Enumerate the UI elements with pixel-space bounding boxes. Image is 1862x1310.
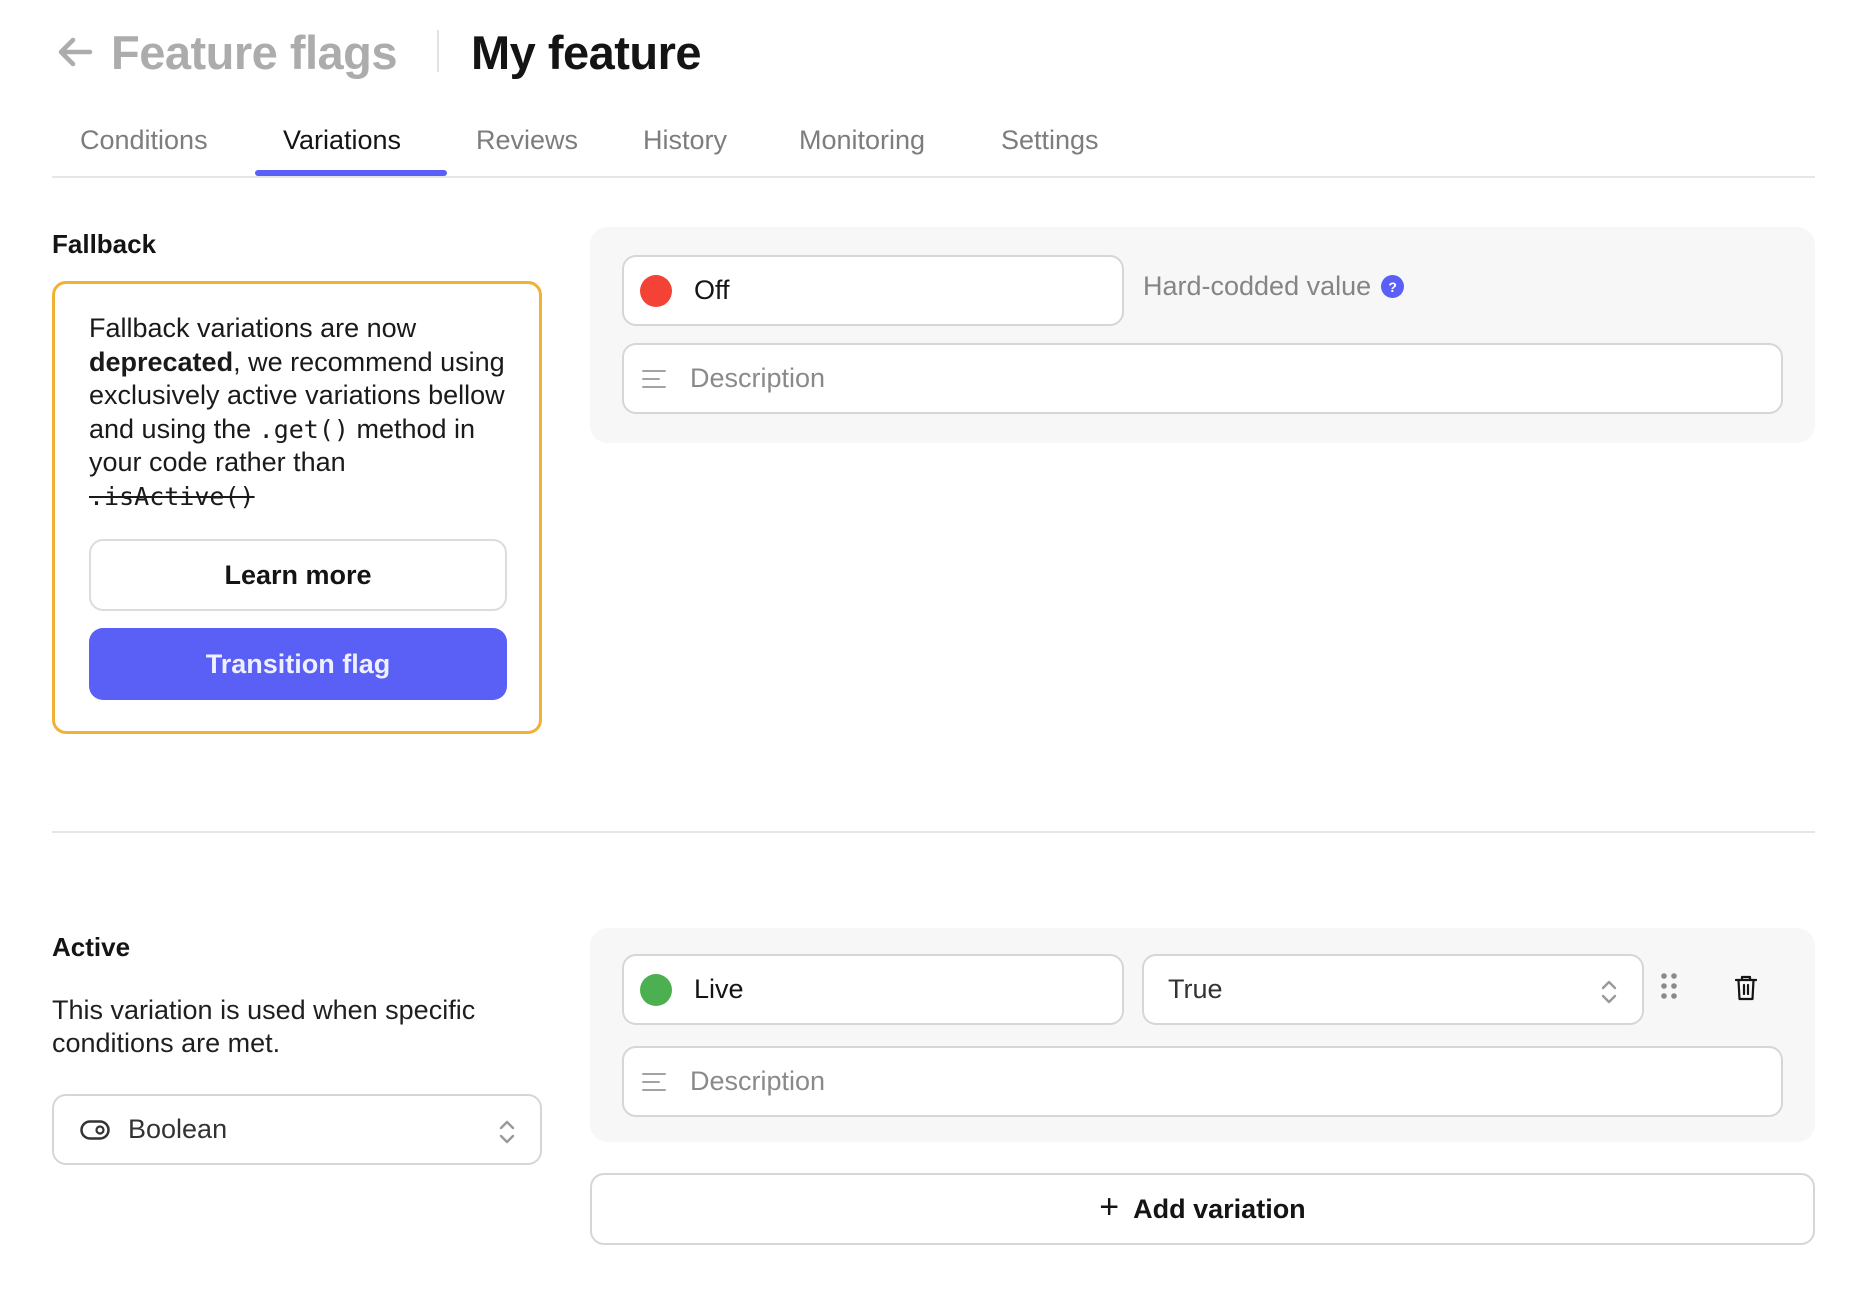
fallback-section-label: Fallback xyxy=(52,229,157,259)
text-lines-icon xyxy=(642,1072,666,1091)
active-variation-panel: Live True Description xyxy=(590,928,1815,1142)
learn-more-button[interactable]: Learn more xyxy=(89,539,507,611)
breadcrumb-feature-flags[interactable]: Feature flags xyxy=(111,24,398,82)
tab-reviews[interactable]: Reviews xyxy=(476,120,578,176)
toggle-icon xyxy=(80,1119,110,1140)
tab-history[interactable]: History xyxy=(643,120,727,176)
breadcrumb-separator xyxy=(437,30,439,72)
delete-variation-button[interactable] xyxy=(1728,970,1764,1006)
variation-type-value: Boolean xyxy=(128,1114,228,1144)
warning-message: Fallback variations are now deprecated, … xyxy=(89,312,509,513)
description-placeholder: Description xyxy=(690,1066,826,1096)
tab-bar: Conditions Variations Reviews History Mo… xyxy=(52,120,1815,178)
variation-value: True xyxy=(1168,974,1223,1004)
plus-icon: + xyxy=(1099,1188,1120,1226)
status-dot-green xyxy=(640,973,672,1006)
page-title: My feature xyxy=(471,26,702,79)
add-variation-button[interactable]: + Add variation xyxy=(590,1173,1815,1245)
trash-icon xyxy=(1735,975,1757,1001)
description-placeholder: Description xyxy=(690,363,826,393)
chevron-up-down-icon xyxy=(1601,980,1617,1004)
question-circle-icon[interactable]: ? xyxy=(1381,275,1405,298)
arrow-left-icon xyxy=(58,37,93,67)
deprecation-warning: Fallback variations are now deprecated, … xyxy=(52,281,542,734)
tab-conditions[interactable]: Conditions xyxy=(80,120,208,176)
tab-settings[interactable]: Settings xyxy=(1001,120,1099,176)
back-button[interactable] xyxy=(56,33,94,71)
fallback-variation-name-input[interactable]: Off xyxy=(622,255,1124,326)
add-variation-label: Add variation xyxy=(1133,1193,1306,1224)
hint-text: Hard-codded value xyxy=(1143,271,1372,301)
drag-handle-icon xyxy=(1661,973,1677,999)
section-divider xyxy=(52,831,1815,833)
fallback-variation-panel: Off Hard-codded value ? Description xyxy=(590,227,1815,443)
hard-coded-value-hint: Hard-codded value ? xyxy=(1143,271,1405,302)
tab-variations[interactable]: Variations xyxy=(283,120,401,176)
variation-name-value: Off xyxy=(694,275,730,305)
chevron-up-down-icon xyxy=(499,1120,515,1144)
active-tab-indicator xyxy=(255,170,447,176)
active-description-input[interactable]: Description xyxy=(622,1046,1783,1117)
warning-bold-text: deprecated xyxy=(89,346,234,377)
fallback-description-input[interactable]: Description xyxy=(622,343,1783,414)
variation-name-value: Live xyxy=(694,974,744,1004)
active-section-description: This variation is used when specific con… xyxy=(52,995,476,1058)
drag-handle[interactable] xyxy=(1654,968,1684,1004)
code-get: .get() xyxy=(258,414,349,444)
warning-text: Fallback variations are now xyxy=(89,313,417,343)
variation-type-select[interactable]: Boolean xyxy=(52,1094,542,1165)
code-isactive-deprecated: .isActive() xyxy=(89,481,255,511)
active-variation-name-input[interactable]: Live xyxy=(622,954,1124,1025)
text-lines-icon xyxy=(642,369,666,388)
transition-flag-button[interactable]: Transition flag xyxy=(89,628,507,700)
active-section-label: Active xyxy=(52,932,131,962)
tab-monitoring[interactable]: Monitoring xyxy=(799,120,925,176)
variation-value-select[interactable]: True xyxy=(1142,954,1644,1025)
status-dot-red xyxy=(640,274,672,307)
